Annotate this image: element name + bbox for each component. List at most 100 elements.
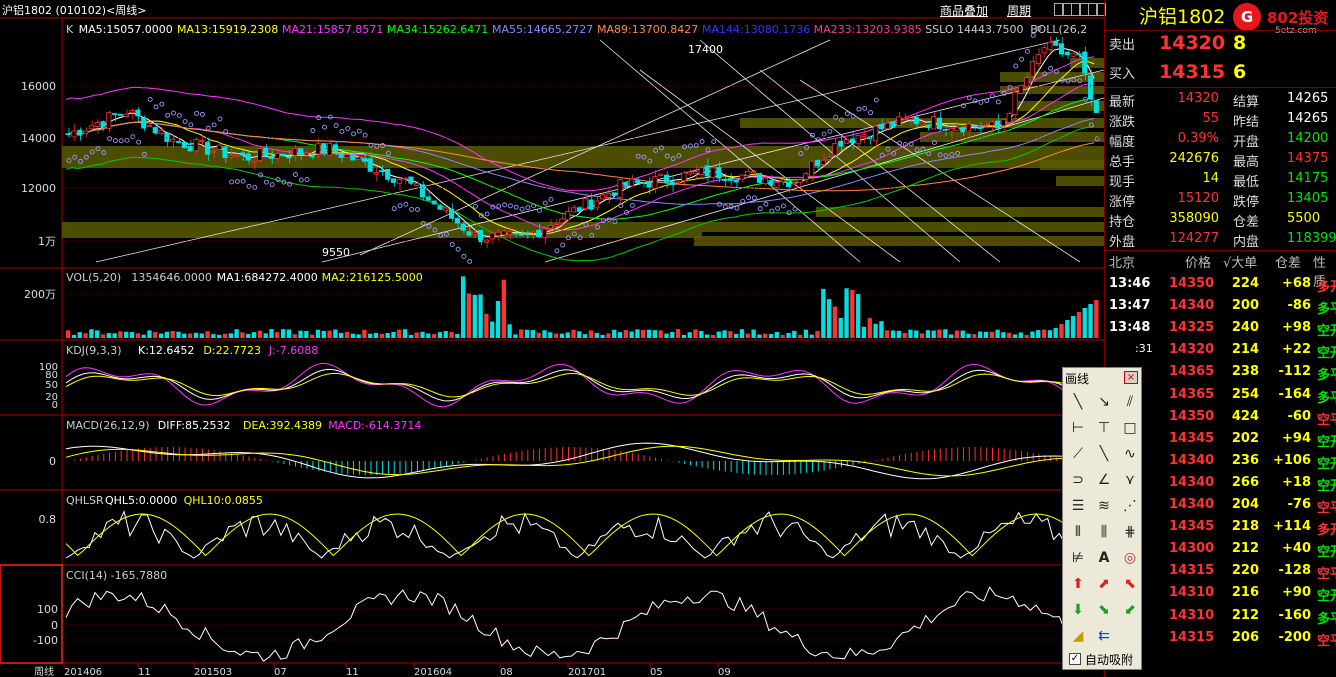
sar-dot bbox=[467, 258, 473, 264]
horizontal-line-icon[interactable]: ⊢ bbox=[1066, 416, 1090, 440]
tick-oi-change: +98 bbox=[1282, 320, 1311, 336]
period-link[interactable]: 周期 bbox=[1007, 2, 1031, 19]
tick-header-cell: 北京 bbox=[1109, 256, 1136, 271]
candle bbox=[646, 181, 652, 188]
x-axis-label: 09 bbox=[718, 667, 731, 677]
volume-bar bbox=[385, 333, 390, 338]
parallel-lines-icon[interactable]: ⫽ bbox=[1118, 390, 1142, 414]
chart-canvas[interactable]: 16000 14000 12000 1万 17400 9550 K MA5:15057.000… bbox=[0, 0, 1166, 677]
rectangle-icon[interactable]: □ bbox=[1118, 416, 1142, 440]
candle bbox=[768, 179, 774, 186]
commodity-overlay-link[interactable]: 商品叠加 bbox=[940, 2, 988, 19]
candle bbox=[971, 125, 977, 128]
tick-type: 多平 bbox=[1317, 368, 1336, 384]
quote-value: 14320 bbox=[1177, 91, 1219, 106]
candle bbox=[419, 184, 426, 198]
down-right-arrow-icon[interactable]: ⬊ bbox=[1092, 598, 1116, 622]
logo-text: 802投资 bbox=[1267, 9, 1329, 27]
candle bbox=[553, 224, 559, 227]
volume-bar bbox=[333, 329, 338, 338]
delete-icon[interactable]: ⇇ bbox=[1092, 624, 1116, 648]
cycle-lines-icon[interactable]: ⦀ bbox=[1066, 520, 1090, 544]
auto-snap-row[interactable]: ✓ 自动吸附 bbox=[1069, 651, 1133, 667]
candle bbox=[745, 170, 751, 176]
volume-bar bbox=[1024, 334, 1029, 338]
volume-bar bbox=[948, 334, 954, 338]
wave-icon[interactable]: ∿ bbox=[1118, 442, 1142, 466]
y-axis-label: 12000 bbox=[21, 182, 56, 195]
regression-icon[interactable]: ≋ bbox=[1092, 494, 1116, 518]
vertical-line-icon[interactable]: ⊤ bbox=[1092, 416, 1116, 440]
gann-icon[interactable]: ⋕ bbox=[1118, 520, 1142, 544]
tick-row[interactable]: 13:4614350224+68多开 bbox=[1105, 273, 1336, 295]
sar-dot bbox=[269, 182, 275, 188]
drawing-tool-panel[interactable]: 画线 × ╲ ↘ ⫽ ⊢ ⊤ □ ⟋ ╲ ∿ ⊃ ∠ ⋎ ☰ ≋ ⋰ ⦀ ⫼ ⋕ ⊭ A ◎ ⬆ ⬈ ⬉ ⬇ ⬊ ⬋ ◢ ⇇ ✓ 自动吸… bbox=[1062, 367, 1142, 670]
channel-icon[interactable]: ☰ bbox=[1066, 494, 1090, 518]
volume-bar bbox=[339, 332, 344, 338]
trend-line-icon[interactable]: ╲ bbox=[1092, 442, 1116, 466]
ray-icon[interactable]: ⟋ bbox=[1066, 442, 1090, 466]
volume-bar bbox=[182, 333, 187, 338]
candle bbox=[675, 181, 681, 184]
up-arrow-icon[interactable]: ⬆ bbox=[1066, 572, 1090, 596]
candle bbox=[286, 156, 292, 159]
candle bbox=[832, 142, 838, 156]
sar-dot bbox=[229, 179, 235, 185]
quote-row: 幅度 0.39% 开盘 14200 bbox=[1105, 128, 1336, 150]
volume-bar bbox=[861, 326, 867, 338]
candle bbox=[1012, 91, 1018, 115]
volume-bar bbox=[978, 331, 983, 338]
line-segment-icon[interactable]: ╲ bbox=[1066, 390, 1090, 414]
tick-row[interactable]: 13:4714340200-86多平 bbox=[1105, 295, 1336, 317]
volume-bar bbox=[83, 333, 88, 338]
candle bbox=[733, 179, 739, 183]
candle bbox=[1041, 47, 1047, 54]
volume-bar bbox=[873, 323, 878, 338]
tick-row[interactable]: :3114320214+22空开 bbox=[1105, 339, 1336, 361]
ask-row[interactable]: 卖出 14320 8 bbox=[1105, 30, 1336, 56]
down-left-arrow-icon[interactable]: ⬋ bbox=[1118, 598, 1142, 622]
fan-icon[interactable]: ⋎ bbox=[1118, 468, 1142, 492]
tick-row[interactable]: 13:4814325240+98空开 bbox=[1105, 317, 1336, 339]
sar-dot bbox=[751, 195, 757, 201]
volume-bar bbox=[588, 330, 594, 338]
up-left-arrow-icon[interactable]: ⬉ bbox=[1118, 572, 1142, 596]
volume-bar bbox=[832, 306, 838, 338]
candle bbox=[681, 172, 687, 182]
volume-bar bbox=[612, 329, 617, 338]
up-right-arrow-icon[interactable]: ⬈ bbox=[1092, 572, 1116, 596]
tick-type: 空开 bbox=[1317, 478, 1336, 494]
text-icon[interactable]: A bbox=[1092, 546, 1116, 570]
close-icon[interactable]: × bbox=[1124, 371, 1138, 384]
quote-row: 涨停 15120 跌停 13405 bbox=[1105, 188, 1336, 210]
qhlsr-legend-item: QHL10:0.0855 bbox=[184, 494, 263, 507]
candle bbox=[692, 171, 699, 174]
sar-dot bbox=[995, 99, 1001, 105]
volume-bar bbox=[327, 330, 332, 338]
gann-box-icon[interactable]: ⊭ bbox=[1066, 546, 1090, 570]
qhl5-line bbox=[65, 510, 1095, 559]
sar-dot bbox=[351, 131, 356, 137]
circle-icon[interactable]: ◎ bbox=[1118, 546, 1142, 570]
auto-snap-checkbox[interactable]: ✓ bbox=[1069, 653, 1081, 665]
tick-oi-change: -86 bbox=[1287, 298, 1312, 314]
volume-bar bbox=[461, 276, 466, 338]
candle bbox=[495, 231, 501, 236]
arc-icon[interactable]: ⊃ bbox=[1066, 468, 1090, 492]
down-arrow-icon[interactable]: ⬇ bbox=[1066, 598, 1090, 622]
tick-type: 多平 bbox=[1317, 302, 1336, 318]
bid-row[interactable]: 买入 14315 6 bbox=[1105, 59, 1336, 85]
eraser-icon[interactable]: ◢ bbox=[1066, 624, 1090, 648]
arrow-line-icon[interactable]: ↘ bbox=[1092, 390, 1116, 414]
angle-line-icon[interactable]: ∠ bbox=[1092, 468, 1116, 492]
kline-chart-area[interactable]: 16000 14000 12000 1万 17400 9550 K MA5:15057.000… bbox=[0, 0, 1166, 677]
candle bbox=[919, 122, 925, 125]
speed-lines-icon[interactable]: ⋰ bbox=[1118, 494, 1142, 518]
divider bbox=[1105, 250, 1336, 251]
candle bbox=[890, 121, 896, 128]
candle bbox=[170, 138, 176, 143]
volume-bar bbox=[321, 330, 326, 338]
volume-profile-bar bbox=[920, 132, 1104, 142]
sar-dot bbox=[205, 125, 211, 131]
fibonacci-icon[interactable]: ⫼ bbox=[1092, 520, 1116, 544]
